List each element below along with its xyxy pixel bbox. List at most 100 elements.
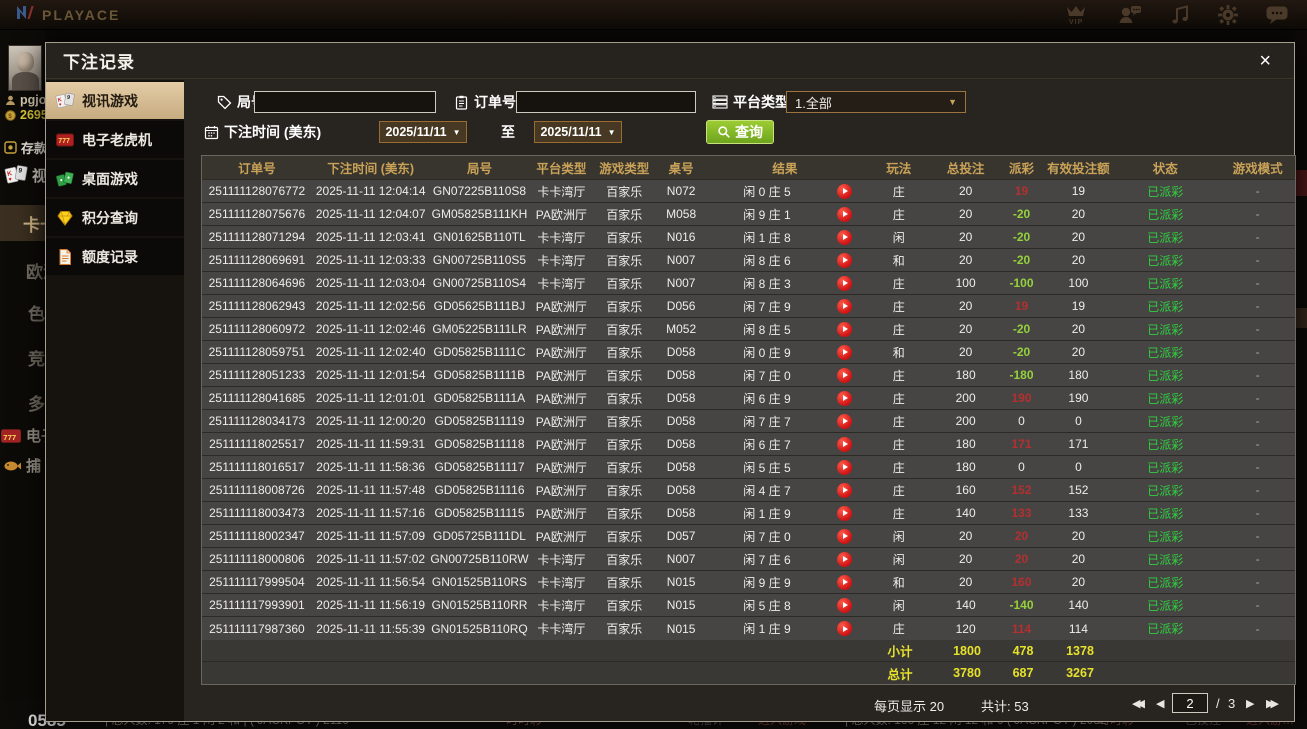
cell-round-id: GN01525B110RR (431, 598, 528, 612)
cell-table-no: N015 (666, 575, 696, 589)
cell-game-mode: - (1255, 414, 1260, 428)
cell-play-type: 庄 (892, 207, 905, 222)
cell-replay (827, 413, 863, 429)
cell-game-type: 百家乐 (606, 184, 643, 199)
cell-payout: 152 (1011, 483, 1032, 497)
cell-status: 已派彩 (1147, 575, 1184, 590)
replay-play-icon[interactable] (837, 597, 853, 613)
sidebar-item-4[interactable]: 额度记录 (46, 238, 184, 275)
replay-play-icon[interactable] (837, 252, 853, 268)
cell-order-id: 251111128041685 (208, 391, 306, 405)
replay-play-icon[interactable] (837, 298, 853, 314)
cell-valid-bet: 190 (1068, 391, 1089, 405)
cell-platform: 卡卡湾厅 (537, 575, 586, 590)
date-to-select[interactable]: 2025/11/11 ▼ (534, 121, 622, 143)
cell-game-mode: - (1255, 230, 1260, 244)
date-from-select[interactable]: 2025/11/11 ▼ (379, 121, 467, 143)
lobby-right-fragment (1295, 308, 1307, 328)
replay-play-icon[interactable] (837, 505, 853, 521)
cell-valid-bet: 114 (1068, 621, 1088, 636)
cell-round-id: GN01525B110RS (431, 575, 528, 589)
column-header: 订单号 (238, 162, 276, 176)
cell-table-no: D057 (666, 529, 696, 543)
lobby-right-fragment (1295, 170, 1307, 196)
cell-bet-time: 2025-11-11 12:01:01 (315, 391, 426, 405)
page-number-input[interactable]: 2 (1172, 693, 1208, 713)
cell-game-type: 百家乐 (606, 460, 643, 475)
cell-game-mode: - (1255, 621, 1260, 636)
cell-table-no: N007 (666, 253, 696, 267)
replay-play-icon[interactable] (837, 321, 853, 337)
cell-order-id: 251111118000806 (209, 552, 305, 566)
cell-order-id: 251111128076772 (208, 184, 306, 198)
next-page-icon[interactable]: ▶ (1246, 697, 1254, 710)
modal-sidebar: K ♥ 9 视讯游戏 777 电子老虎机 桌面游戏 积分查询 额度记录 (46, 80, 195, 721)
cell-play-type: 和 (892, 575, 905, 590)
last-page-icon[interactable]: ▶▶ (1266, 697, 1279, 710)
vip-icon[interactable]: VIP (1061, 3, 1091, 27)
replay-play-icon[interactable] (837, 367, 853, 383)
cell-game-type: 百家乐 (606, 506, 643, 521)
cell-game-type: 百家乐 (606, 552, 643, 567)
sidebar-item-0[interactable]: K ♥ 9 视讯游戏 (46, 82, 195, 119)
cards-icon: K♥9 (55, 91, 75, 111)
cell-game-mode: - (1255, 207, 1260, 221)
cell-round-id: GM05225B111LR (432, 322, 527, 336)
bet-time-label: 下注时间 (美东) (204, 120, 321, 144)
music-icon[interactable] (1169, 4, 1191, 26)
cell-game-type: 百家乐 (606, 299, 643, 314)
prev-page-icon[interactable]: ◀ (1156, 697, 1164, 710)
replay-play-icon[interactable] (837, 482, 853, 498)
replay-play-icon[interactable] (837, 344, 853, 360)
cell-valid-bet: 20 (1071, 575, 1086, 589)
replay-play-icon[interactable] (837, 206, 853, 222)
brand-logo[interactable]: PLAYACE (14, 2, 120, 27)
replay-play-icon[interactable] (837, 390, 853, 406)
cell-round-id: GN07225B110S8 (432, 184, 527, 198)
cell-replay (827, 551, 863, 567)
cell-game-mode: - (1255, 253, 1260, 267)
platform-select-value: 1.全部 (795, 95, 832, 111)
replay-play-icon[interactable] (837, 436, 853, 452)
table-row: 251111117987360 2025-11-11 11:55:39 GN0152… (202, 617, 1295, 640)
first-page-icon[interactable]: ◀◀ (1132, 697, 1145, 710)
search-icon (718, 126, 730, 138)
table-row: 251111128076772 2025-11-11 12:04:14 GN0722… (202, 180, 1295, 203)
replay-play-icon[interactable] (837, 413, 853, 429)
replay-play-icon[interactable] (837, 551, 853, 567)
cell-play-type: 闲 (892, 529, 905, 544)
cell-total-bet: 20 (958, 299, 973, 313)
cell-platform: 卡卡湾厅 (537, 276, 586, 291)
cell-table-no: D058 (666, 368, 696, 382)
cell-status: 已派彩 (1147, 230, 1184, 245)
platform-select[interactable]: 1.全部 ▼ (786, 91, 966, 113)
replay-play-icon[interactable] (837, 459, 853, 475)
cell-replay (827, 390, 863, 406)
sidebar-item-3[interactable]: 积分查询 (46, 199, 184, 236)
cell-status: 已派彩 (1147, 391, 1184, 406)
cell-total-bet: 20 (958, 575, 973, 589)
support-icon[interactable] (1117, 4, 1143, 26)
cell-valid-bet: 20 (1071, 207, 1086, 221)
round-input[interactable] (254, 91, 436, 113)
cell-total-bet: 100 (955, 276, 976, 290)
replay-play-icon[interactable] (837, 574, 853, 590)
cell-game-mode: - (1255, 598, 1260, 612)
sidebar-item-1[interactable]: 777 电子老虎机 (46, 121, 184, 158)
chat-icon[interactable] (1265, 4, 1289, 26)
cell-platform: PA欧洲厅 (535, 207, 587, 222)
search-button[interactable]: 查询 (706, 120, 774, 144)
table-row: 251111128059751 2025-11-11 12:02:40 GD0582… (202, 341, 1295, 364)
column-header: 结果 (772, 162, 798, 176)
replay-play-icon[interactable] (837, 621, 853, 636)
settings-icon[interactable] (1217, 4, 1239, 26)
replay-play-icon[interactable] (837, 229, 853, 245)
order-input[interactable] (516, 91, 696, 113)
close-icon[interactable]: × (1253, 49, 1277, 73)
replay-play-icon[interactable] (837, 275, 853, 291)
cell-payout: 19 (1014, 299, 1029, 313)
cell-replay (827, 482, 863, 498)
sidebar-item-2[interactable]: 桌面游戏 (46, 160, 184, 197)
replay-play-icon[interactable] (837, 183, 853, 199)
replay-play-icon[interactable] (837, 528, 853, 544)
